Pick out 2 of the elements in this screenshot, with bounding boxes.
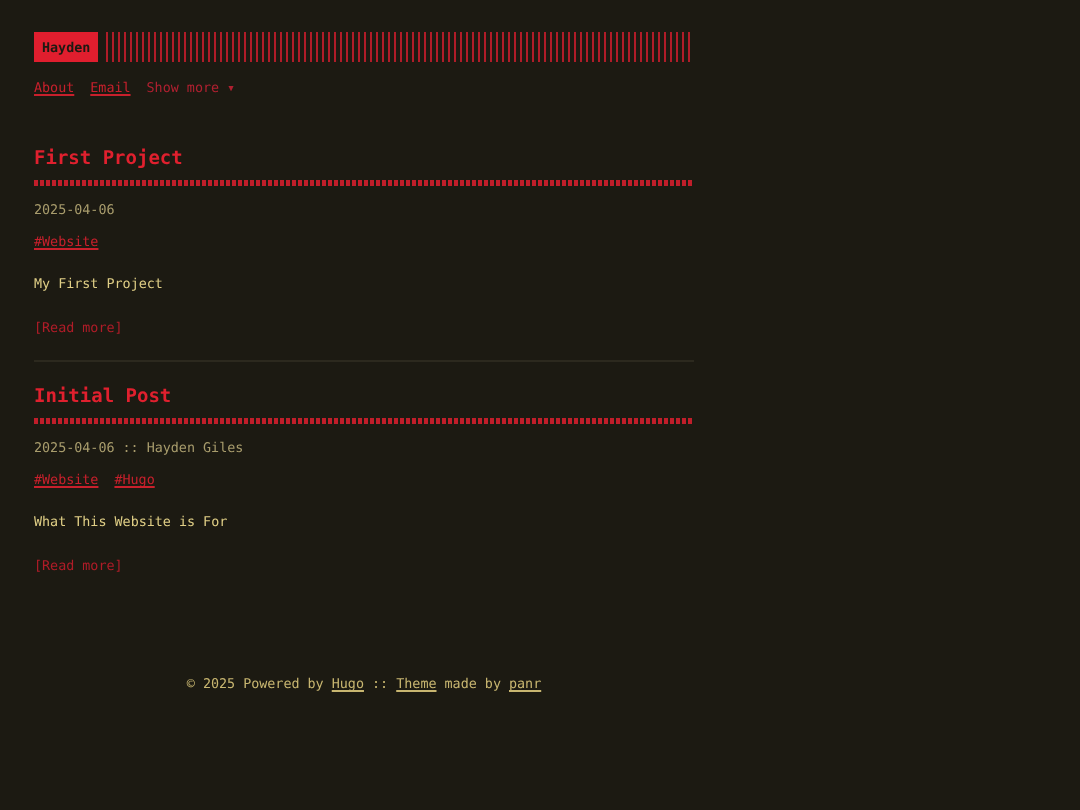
post-title[interactable]: Initial Post — [34, 386, 172, 408]
post-title[interactable]: First Project — [34, 148, 183, 170]
